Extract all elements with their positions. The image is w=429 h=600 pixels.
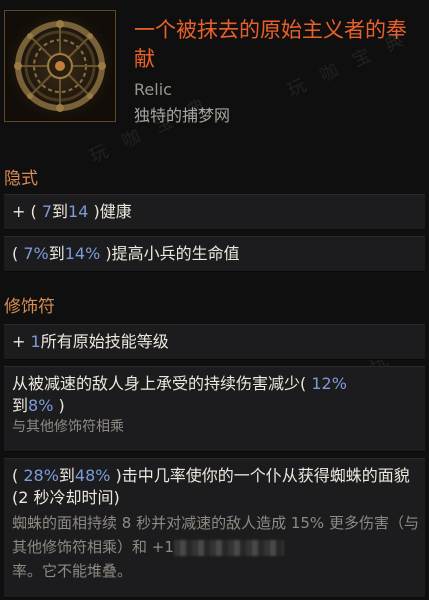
mod-value: 1: [30, 332, 41, 351]
mod-text: 从被减速的敌人身上承受的持续伤害减少(: [12, 374, 312, 393]
item-header: 一个被抹去的原始主义者的奉献 Relic 独特的捕梦网: [0, 0, 429, 152]
censored-text: [173, 539, 284, 556]
mod-value: 7%: [23, 244, 49, 263]
mod-value: 14%: [64, 244, 101, 263]
mod-text: 到: [58, 466, 75, 485]
implicit-mod-minion-life: ( 7%到14% )提高小兵的生命值: [4, 236, 425, 272]
mod-text: (: [12, 466, 24, 485]
mod-text: 所有原始技能等级: [40, 332, 169, 351]
mod-note: 与其他修饰符相乘: [12, 419, 124, 435]
mod-note: 蜘蛛的面相持续 8 秒并对减速的敌人造成 15% 更多伤害（与其他修饰符相乘）和…: [12, 511, 419, 583]
mod-text: 到: [12, 396, 29, 415]
implicit-section-title: 隐式: [4, 169, 38, 189]
item-subtitle: 独特的捕梦网: [134, 106, 231, 125]
mod-text: (: [12, 244, 24, 263]
mod-primal-skill-level: + 1所有原始技能等级: [4, 324, 425, 360]
modifier-section-title: 修饰符: [4, 297, 55, 317]
mod-text: + (: [12, 202, 42, 221]
mod-note-text: 率。它不能堆叠。: [12, 562, 133, 580]
mod-dot-reduction: 从被减速的敌人身上承受的持续伤害减少( 12% 到8% ) 与其他修饰符相乘: [4, 366, 425, 452]
mod-value: 7: [41, 202, 53, 221]
mod-text: 到: [48, 244, 65, 263]
mod-value: 8%: [28, 396, 54, 415]
mod-value: 12%: [311, 374, 347, 393]
mod-text: +: [12, 332, 31, 351]
mod-value: 14: [68, 202, 89, 221]
item-name: 一个被抹去的原始主义者的奉献: [134, 18, 407, 71]
mod-value: 48%: [74, 466, 111, 485]
mod-text: )健康: [88, 202, 132, 221]
mod-text: ): [53, 396, 65, 415]
mod-value: 28%: [23, 466, 59, 485]
dreamcatcher-relic-icon: [4, 10, 116, 122]
implicit-mod-health: + ( 7到14 )健康: [4, 194, 425, 230]
mod-spider-aspect: ( 28%到48% )击中几率使你的一个仆从获得蜘蛛的面貌 (2 秒冷却时间) …: [4, 458, 425, 598]
mod-text: 到: [52, 202, 69, 221]
item-base-type: Relic: [134, 80, 172, 99]
mod-text: )提高小兵的生命值: [100, 244, 240, 263]
